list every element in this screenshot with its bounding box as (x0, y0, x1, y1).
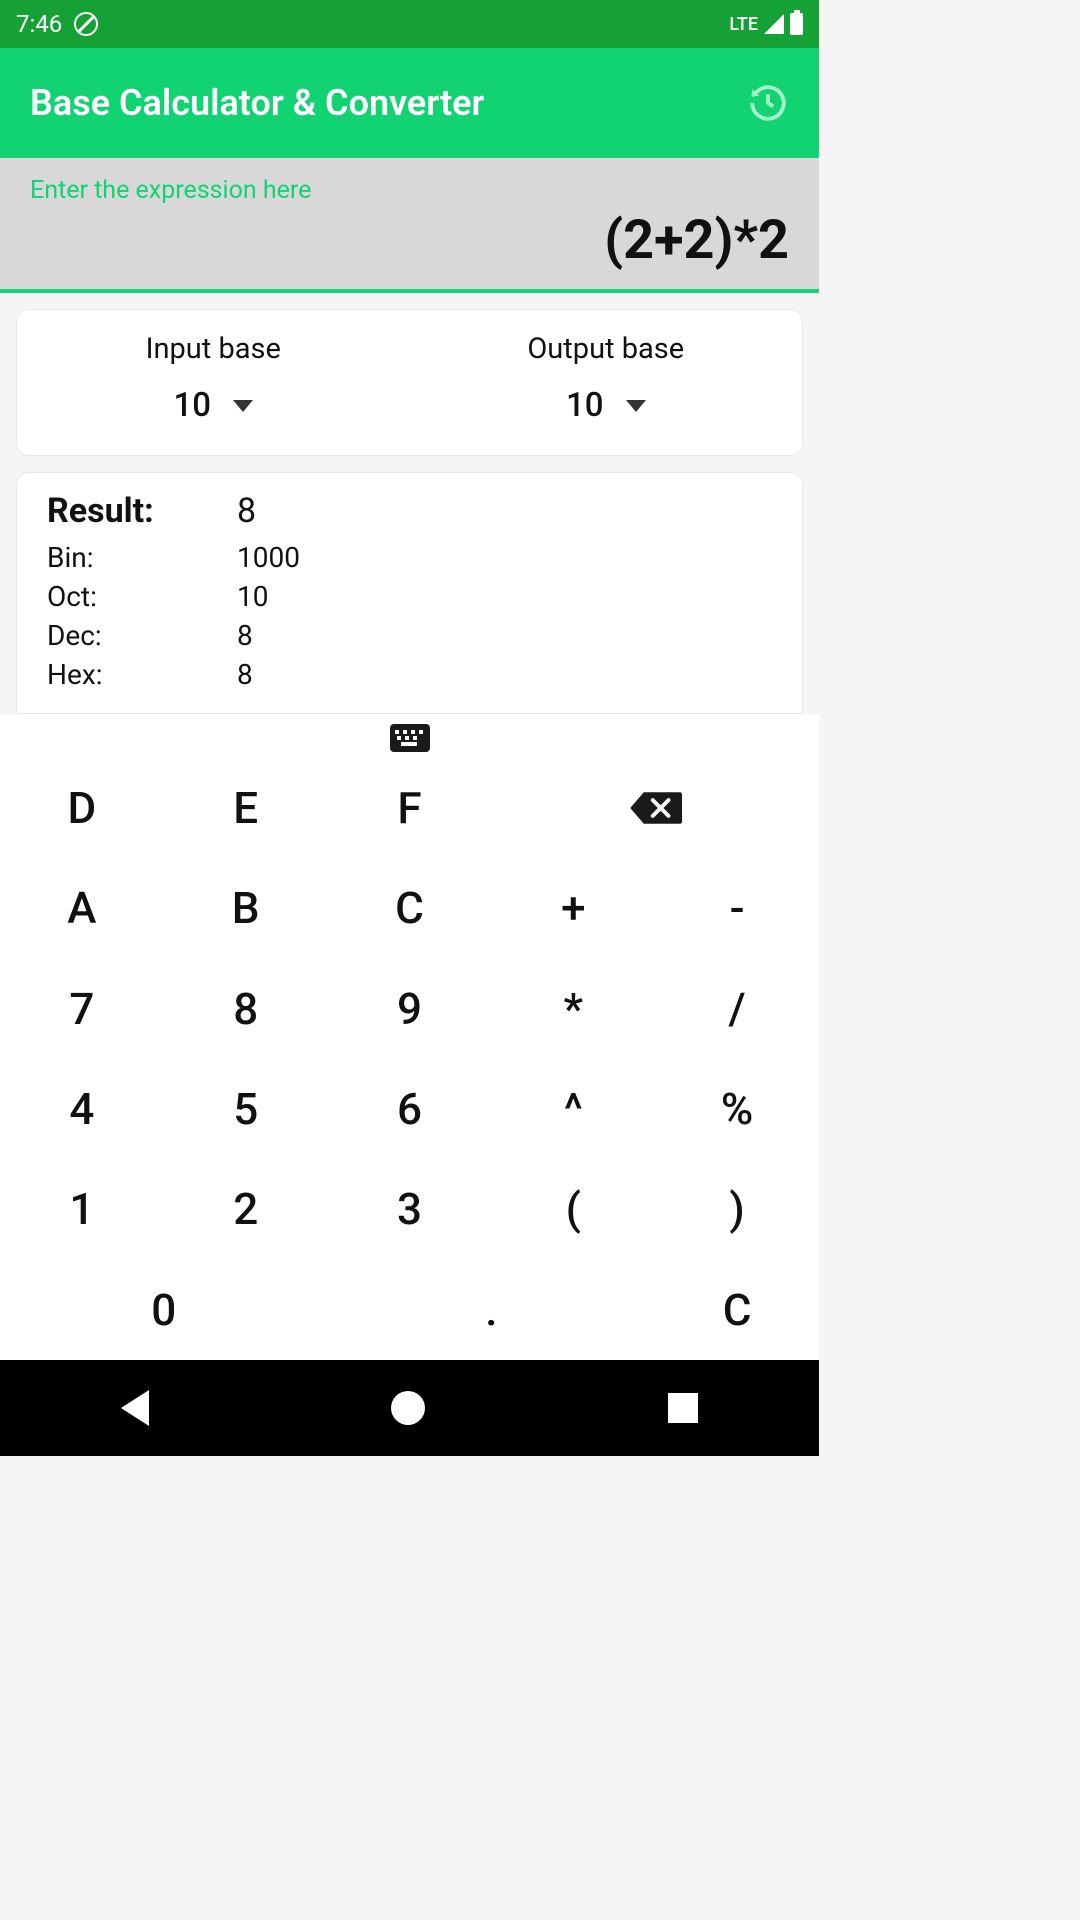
result-hex-label: Hex: (47, 658, 237, 691)
key-.[interactable]: . (328, 1260, 656, 1360)
key-2[interactable]: 2 (164, 1159, 328, 1259)
chevron-down-icon (233, 400, 253, 412)
chevron-down-icon (626, 400, 646, 412)
dnd-icon (74, 12, 98, 36)
nav-recent-button[interactable] (668, 1393, 698, 1423)
output-base-label: Output base (527, 332, 684, 366)
key-7[interactable]: 7 (0, 959, 164, 1059)
key-8[interactable]: 8 (164, 959, 328, 1059)
key-5[interactable]: 5 (164, 1059, 328, 1159)
keypad: DEFABC+-789*/456^%123()0.C (0, 758, 819, 1360)
key-9[interactable]: 9 (328, 959, 492, 1059)
status-network: LTE (729, 14, 758, 35)
input-base-value: 10 (173, 386, 211, 425)
status-time: 7:46 (16, 10, 62, 38)
key-*[interactable]: * (491, 959, 655, 1059)
output-base-select[interactable]: 10 (566, 386, 646, 425)
output-base-value: 10 (566, 386, 604, 425)
key-)[interactable]: ) (655, 1159, 819, 1259)
result-main-label: Result: (47, 491, 237, 531)
keyboard-toggle[interactable] (0, 714, 819, 758)
key-([interactable]: ( (491, 1159, 655, 1259)
key-A[interactable]: A (0, 858, 164, 958)
navigation-bar (0, 1360, 819, 1456)
key-+[interactable]: + (491, 858, 655, 958)
key-3[interactable]: 3 (328, 1159, 492, 1259)
app-bar: Base Calculator & Converter (0, 48, 819, 158)
nav-home-button[interactable] (391, 1391, 425, 1425)
result-card: Result: 8 Bin: 1000 Oct: 10 Dec: 8 Hex: … (16, 472, 803, 714)
backspace-key[interactable] (491, 758, 819, 858)
result-dec-value: 8 (237, 619, 253, 652)
result-bin-value: 1000 (237, 541, 300, 574)
key-C[interactable]: C (328, 858, 492, 958)
key-0[interactable]: 0 (0, 1260, 328, 1360)
result-oct-label: Oct: (47, 580, 237, 613)
key-/[interactable]: / (655, 959, 819, 1059)
result-oct-value: 10 (237, 580, 268, 613)
backspace-icon (628, 788, 682, 828)
app-title: Base Calculator & Converter (30, 82, 485, 124)
result-main-value: 8 (237, 491, 256, 531)
signal-icon (764, 14, 784, 34)
key-B[interactable]: B (164, 858, 328, 958)
battery-icon (790, 13, 803, 35)
result-dec-label: Dec: (47, 619, 237, 652)
base-selector-card: Input base 10 Output base 10 (16, 309, 803, 456)
key-F[interactable]: F (328, 758, 492, 858)
key--[interactable]: - (655, 858, 819, 958)
clear-key[interactable]: C (655, 1260, 819, 1360)
expression-value: (2+2)*2 (30, 209, 789, 272)
key-%[interactable]: % (655, 1059, 819, 1159)
history-icon[interactable] (747, 82, 789, 124)
result-bin-label: Bin: (47, 541, 237, 574)
key-1[interactable]: 1 (0, 1159, 164, 1259)
nav-back-button[interactable] (121, 1390, 149, 1426)
result-hex-value: 8 (237, 658, 253, 691)
key-E[interactable]: E (164, 758, 328, 858)
input-base-label: Input base (146, 332, 281, 366)
expression-hint: Enter the expression here (30, 176, 789, 205)
keyboard-icon (390, 724, 430, 752)
input-base-select[interactable]: 10 (173, 386, 253, 425)
status-bar: 7:46 LTE (0, 0, 819, 48)
key-6[interactable]: 6 (328, 1059, 492, 1159)
key-^[interactable]: ^ (491, 1059, 655, 1159)
key-4[interactable]: 4 (0, 1059, 164, 1159)
expression-input[interactable]: Enter the expression here (2+2)*2 (0, 158, 819, 293)
key-D[interactable]: D (0, 758, 164, 858)
